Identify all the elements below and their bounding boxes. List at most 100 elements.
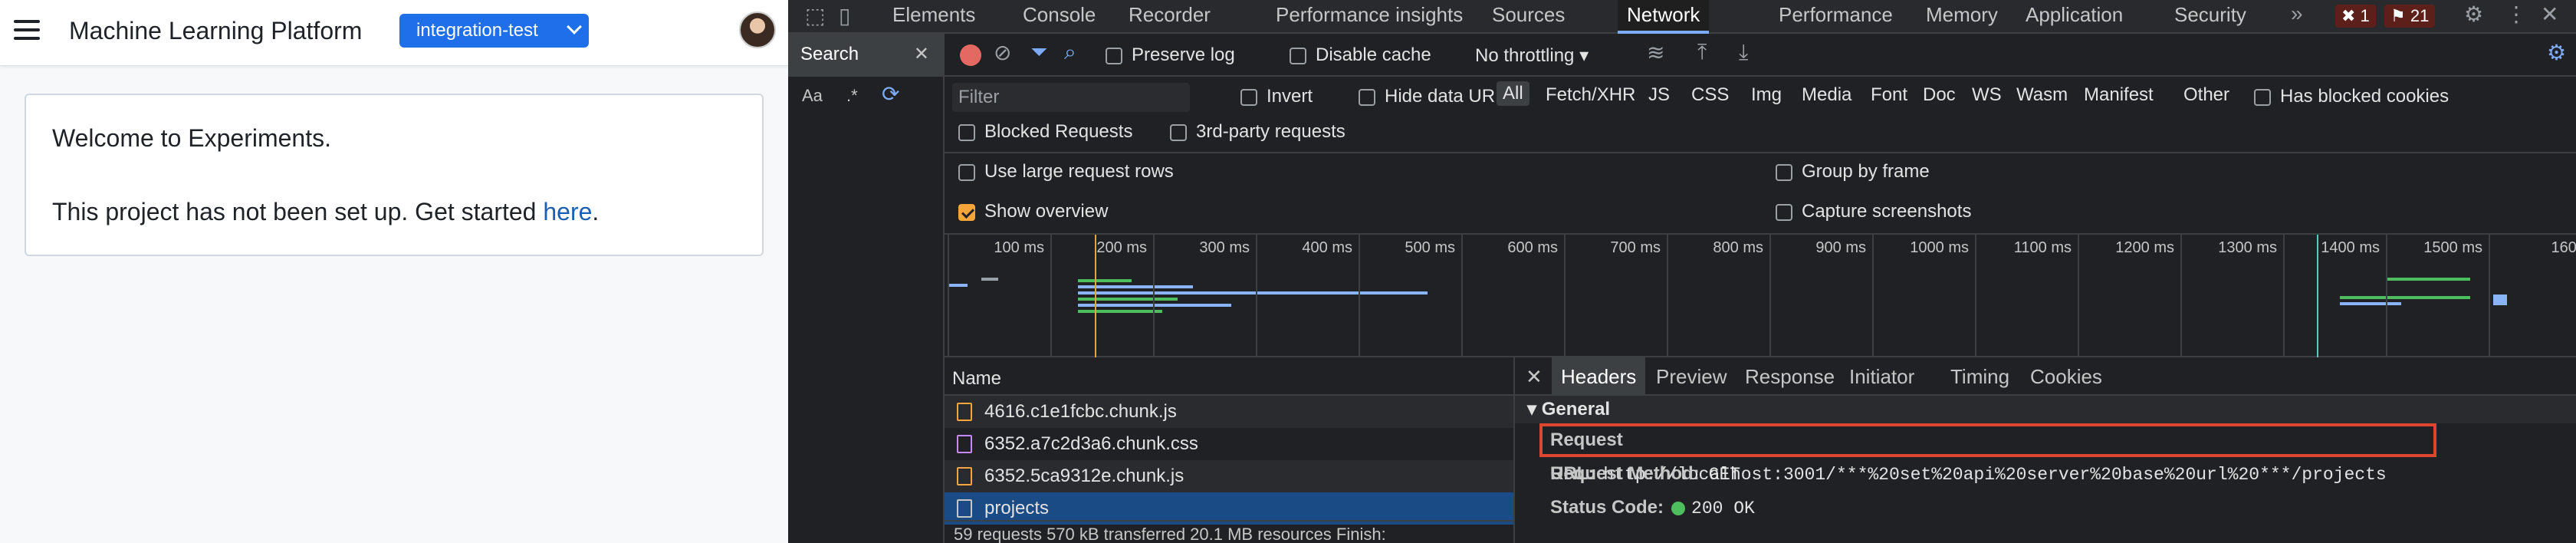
large-rows-checkbox[interactable]: Use large request rows xyxy=(958,161,1174,183)
search-icon[interactable]: ⌕ xyxy=(1064,40,1076,65)
import-har-icon[interactable]: ⤒ xyxy=(1697,40,1707,65)
blocked-requests-checkbox[interactable]: Blocked Requests xyxy=(958,121,1132,143)
filter-type-css[interactable]: CSS xyxy=(1691,84,1729,106)
kebab-menu-icon[interactable]: ⋮ xyxy=(2505,2,2527,27)
tab-response[interactable]: Response xyxy=(1745,357,1835,396)
record-icon[interactable] xyxy=(960,44,981,66)
tab-performance[interactable]: Performance xyxy=(1779,0,1893,34)
search-label: Search xyxy=(800,44,859,64)
tab-recorder[interactable]: Recorder xyxy=(1129,0,1211,34)
tab-elements[interactable]: Elements xyxy=(892,0,975,34)
filter-type-other[interactable]: Other xyxy=(2183,84,2229,106)
filter-type-ws[interactable]: WS xyxy=(1972,84,2002,106)
tab-preview[interactable]: Preview xyxy=(1656,357,1727,396)
timeline-tick: 1000 ms xyxy=(1872,235,1975,357)
show-overview-checkbox[interactable]: Show overview xyxy=(958,201,1108,222)
more-tabs-icon[interactable]: » xyxy=(2291,2,2303,26)
close-search-icon[interactable]: ✕ xyxy=(914,34,929,75)
setup-link[interactable]: here xyxy=(543,198,592,225)
filter-type-doc[interactable]: Doc xyxy=(1923,84,1956,106)
preserve-log-checkbox[interactable]: Preserve log xyxy=(1106,44,1235,66)
group-by-frame-checkbox[interactable]: Group by frame xyxy=(1776,161,1930,183)
project-selector[interactable]: integration-test xyxy=(399,14,589,48)
request-row[interactable]: 6352.a7c2d3a6.chunk.css xyxy=(945,428,1513,460)
css-file-icon xyxy=(957,435,972,453)
throttling-select[interactable]: No throttling ▾ xyxy=(1475,44,1589,67)
timeline-tick: 800 ms xyxy=(1667,235,1769,357)
has-blocked-cookies-label: Has blocked cookies xyxy=(2280,86,2450,107)
invert-checkbox[interactable]: Invert xyxy=(1240,86,1313,107)
network-conditions-icon[interactable]: ≋ xyxy=(1647,40,1664,65)
request-row[interactable]: 4616.c1e1fcbc.chunk.js xyxy=(945,396,1513,428)
filter-type-fetch-xhr[interactable]: Fetch/XHR xyxy=(1546,84,1635,106)
warning-badge[interactable]: ⚑ 21 xyxy=(2384,5,2436,28)
js-file-icon xyxy=(957,403,972,421)
filter-type-media[interactable]: Media xyxy=(1802,84,1852,106)
third-party-checkbox[interactable]: 3rd-party requests xyxy=(1170,121,1346,143)
search-tab[interactable]: Search ✕ xyxy=(788,34,943,77)
document-icon xyxy=(957,499,972,518)
timeline-tick: 100 ms xyxy=(948,235,1050,357)
capture-screenshots-label: Capture screenshots xyxy=(1802,201,1972,222)
filter-input[interactable]: Filter xyxy=(952,83,1190,112)
request-method-value: GET xyxy=(1708,465,1741,485)
filter-icon[interactable]: ⏷ xyxy=(1030,40,1047,65)
match-case-toggle[interactable]: Aa xyxy=(802,86,823,106)
export-har-icon[interactable]: ⤓ xyxy=(1739,40,1748,65)
tab-cookies[interactable]: Cookies xyxy=(2030,357,2102,396)
filter-type-wasm[interactable]: Wasm xyxy=(2016,84,2068,106)
devtools-tabbar: ⬚ ▯ Elements Console Recorder Performanc… xyxy=(788,0,2576,34)
filter-type-font[interactable]: Font xyxy=(1871,84,1907,106)
filter-bar: Filter Invert Hide data URLs All Fetch/X… xyxy=(945,77,2576,153)
disable-cache-label: Disable cache xyxy=(1316,44,1431,65)
tab-memory[interactable]: Memory xyxy=(1926,0,1998,34)
tab-timing[interactable]: Timing xyxy=(1950,357,2009,396)
filter-type-img[interactable]: Img xyxy=(1751,84,1782,106)
hide-data-urls-checkbox[interactable]: Hide data URLs xyxy=(1359,86,1514,107)
close-icon[interactable]: ✕ xyxy=(2541,2,2558,27)
capture-screenshots-checkbox[interactable]: Capture screenshots xyxy=(1776,201,1971,222)
close-detail-icon[interactable]: ✕ xyxy=(1526,357,1543,396)
status-code-value: 200 OK xyxy=(1691,499,1755,518)
tab-security[interactable]: Security xyxy=(2174,0,2246,34)
network-settings-icon[interactable]: ⚙ xyxy=(2547,40,2566,65)
error-badge[interactable]: ✖ 1 xyxy=(2335,5,2376,28)
inspect-element-icon[interactable]: ⬚ xyxy=(805,3,825,28)
search-pane: Search ✕ Aa .* ⟳ xyxy=(788,34,945,543)
name-column-header[interactable]: Name xyxy=(945,357,1513,396)
request-method-label: Request Method: xyxy=(1550,463,1700,484)
tab-sources[interactable]: Sources xyxy=(1492,0,1565,34)
blocked-requests-label: Blocked Requests xyxy=(984,121,1133,142)
clear-icon[interactable]: ⊘ xyxy=(994,40,1011,65)
request-row[interactable]: 6352.5ca9312e.chunk.js xyxy=(945,460,1513,492)
device-toolbar-icon[interactable]: ▯ xyxy=(839,3,850,28)
refresh-icon[interactable]: ⟳ xyxy=(882,81,899,107)
tab-network[interactable]: Network xyxy=(1618,0,1710,34)
tab-performance-insights[interactable]: Performance insights xyxy=(1276,0,1463,34)
request-name: projects xyxy=(984,498,1050,518)
third-party-label: 3rd-party requests xyxy=(1196,121,1346,142)
timeline-tick: 500 ms xyxy=(1359,235,1461,357)
tab-headers[interactable]: Headers xyxy=(1552,357,1646,396)
menu-icon[interactable] xyxy=(14,20,40,40)
timeline-overview[interactable]: 100 ms 200 ms 300 ms 400 ms 500 ms 600 ms 700 … xyxy=(945,235,2576,357)
request-url-row: Request URL: http://localhost:3001/***%20… xyxy=(1539,423,2436,485)
welcome-card: Welcome to Experiments. This project has… xyxy=(25,94,764,256)
disable-cache-checkbox[interactable]: Disable cache xyxy=(1290,44,1431,66)
general-section-header[interactable]: ▾ General xyxy=(1515,396,2576,423)
tab-application[interactable]: Application xyxy=(2026,0,2123,34)
app-title: Machine Learning Platform xyxy=(69,17,363,44)
has-blocked-cookies-checkbox[interactable]: Has blocked cookies xyxy=(2254,86,2449,107)
gear-icon[interactable]: ⚙ xyxy=(2464,2,2483,27)
filter-type-js[interactable]: JS xyxy=(1648,84,1670,106)
js-file-icon xyxy=(957,467,972,485)
regex-toggle[interactable]: .* xyxy=(846,86,858,106)
large-rows-label: Use large request rows xyxy=(984,161,1174,182)
request-rows: 4616.c1e1fcbc.chunk.js 6352.a7c2d3a6.chu… xyxy=(945,396,1513,525)
filter-type-manifest[interactable]: Manifest xyxy=(2084,84,2154,106)
filter-type-all[interactable]: All xyxy=(1497,81,1530,106)
timeline-tick: 1100 ms xyxy=(1975,235,2078,357)
avatar[interactable] xyxy=(739,12,776,48)
tab-console[interactable]: Console xyxy=(1023,0,1096,34)
tab-initiator[interactable]: Initiator xyxy=(1849,357,1914,396)
